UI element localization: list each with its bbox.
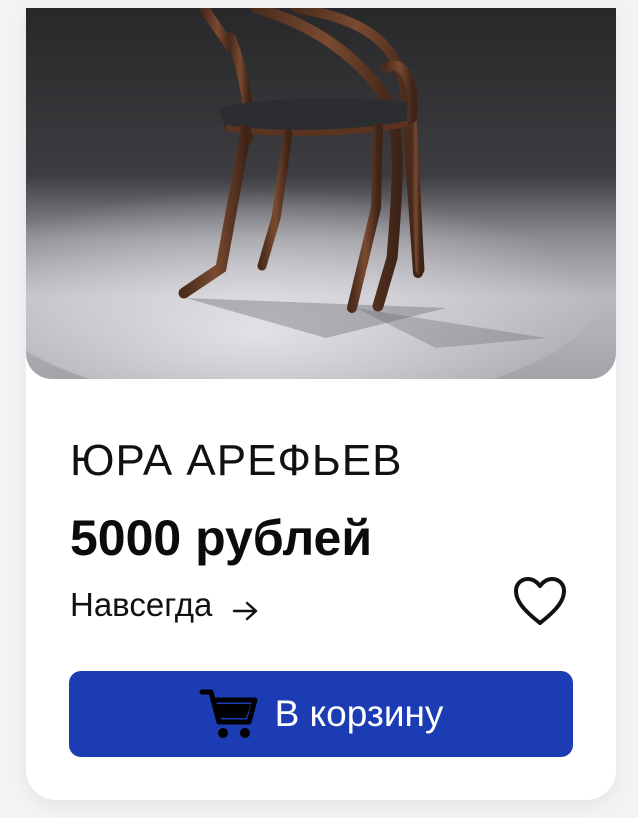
heart-icon [512, 576, 568, 633]
arrow-right-icon [230, 593, 262, 621]
product-price: 5000 рублей [70, 510, 373, 566]
duration-link[interactable]: Навсегда [70, 586, 262, 624]
product-image [26, 8, 616, 379]
duration-label: Навсегда [70, 586, 213, 623]
favorite-button[interactable] [510, 576, 570, 632]
product-card: ЮРА АРЕФЬЕВ 5000 рублей Навсегда В корзи… [26, 8, 616, 800]
add-to-cart-label: В корзину [274, 693, 444, 734]
page: ЮРА АРЕФЬЕВ 5000 рублей Навсегда В корзи… [0, 0, 638, 818]
product-title: ЮРА АРЕФЬЕВ [70, 436, 403, 485]
shopping-cart-icon [199, 686, 259, 742]
add-to-cart-button[interactable]: В корзину [69, 671, 573, 757]
